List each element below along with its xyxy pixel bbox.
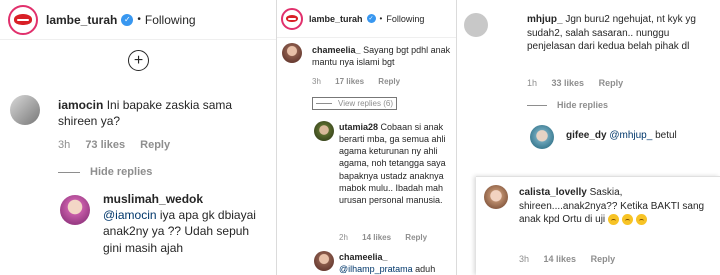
comment-time: 3h — [519, 254, 530, 264]
comment-text: utamia28 Cobaan si anak berarti mba, ga … — [339, 121, 451, 206]
screenshot-panel-2: lambe_turah ✓ • Following chameelia_ Say… — [277, 0, 457, 275]
hide-replies-button[interactable]: Hide replies — [58, 166, 152, 178]
avatar[interactable] — [282, 43, 302, 63]
reply-button[interactable]: Reply — [378, 77, 400, 86]
add-comment-button[interactable]: + — [128, 50, 149, 71]
account-avatar[interactable] — [281, 7, 303, 30]
comment-text: chameelia_ @ilhamp_pratama aduh — [339, 251, 454, 275]
hide-replies-label: Hide replies — [557, 100, 609, 110]
plus-icon: + — [133, 51, 144, 69]
comment-username[interactable]: chameelia_ — [312, 45, 361, 55]
comment-time: 3h — [312, 77, 321, 86]
divider-line — [58, 171, 80, 173]
comment-meta: 3h 14 likes Reply — [519, 254, 627, 264]
account-username[interactable]: lambe_turah — [309, 14, 363, 24]
comment-time: 2h — [339, 233, 348, 242]
comment-text: calista_lovelly Saskia, shireen....anak2… — [519, 186, 715, 227]
reply-button[interactable]: Reply — [140, 139, 170, 151]
separator-dot: • — [379, 14, 383, 23]
lips-logo-icon — [285, 14, 299, 23]
avatar[interactable] — [484, 185, 508, 209]
hide-replies-button[interactable]: Hide replies — [527, 100, 608, 110]
following-button[interactable]: Following — [145, 13, 196, 27]
comment-body: aduh — [412, 264, 436, 275]
comment-text: iamocin Ini bapake zaskia sama shireen y… — [58, 97, 258, 129]
comment-username[interactable]: iamocin — [58, 98, 103, 112]
comment-body: Cobaan si anak berarti mba, ga semua ahl… — [339, 122, 446, 205]
lips-logo-icon — [13, 14, 33, 25]
avatar[interactable] — [530, 125, 554, 149]
comment-likes[interactable]: 33 likes — [552, 78, 585, 88]
comment-username[interactable]: chameelia_ — [339, 252, 388, 262]
screenshot-panel-3: mhjup_ Jgn buru2 ngehujat, nt kyk yg sud… — [457, 0, 720, 275]
comment-meta: 1h 33 likes Reply — [527, 78, 635, 88]
verified-badge-icon: ✓ — [121, 13, 134, 26]
avatar[interactable] — [314, 121, 334, 141]
comment-time: 3h — [58, 139, 71, 151]
comment-text: chameelia_ Sayang bgt pdhl anak mantu ny… — [312, 44, 452, 68]
comment-likes[interactable]: 17 likes — [335, 77, 364, 86]
separator-dot: • — [137, 14, 141, 25]
verified-badge-icon: ✓ — [366, 14, 376, 23]
comment-text: gifee_dy @mhjup_ betul — [566, 129, 716, 143]
comment-username[interactable]: gifee_dy — [566, 130, 607, 141]
comment-meta: 3h 73 likes Reply — [58, 139, 182, 151]
reply-button[interactable]: Reply — [591, 254, 616, 264]
comment-username[interactable]: mhjup_ — [527, 14, 563, 25]
comment-likes[interactable]: 14 likes — [362, 233, 391, 242]
account-username[interactable]: lambe_turah — [46, 13, 117, 27]
comment-username[interactable]: utamia28 — [339, 122, 378, 132]
sad-face-emoji-icon — [607, 213, 619, 225]
avatar[interactable] — [60, 195, 90, 225]
reply-button[interactable]: Reply — [599, 78, 624, 88]
comment-username[interactable]: calista_lovelly — [519, 187, 587, 198]
comment-meta: 2h 14 likes Reply — [339, 233, 439, 242]
mention-link[interactable]: @iamocin — [103, 208, 157, 222]
view-replies-label: View replies (6) — [338, 99, 393, 108]
account-avatar[interactable] — [8, 4, 38, 35]
avatar[interactable] — [464, 13, 488, 37]
post-header: lambe_turah ✓ • Following — [277, 0, 456, 38]
avatar[interactable] — [314, 251, 334, 271]
following-button[interactable]: Following — [386, 14, 424, 24]
divider-line — [527, 104, 547, 106]
sad-face-emoji-icon — [621, 213, 633, 225]
mention-link[interactable]: @ilhamp_pratama — [339, 264, 413, 274]
screenshot-panel-1: lambe_turah ✓ • Following + iamocin Ini … — [0, 0, 277, 275]
view-replies-button[interactable]: View replies (6) — [312, 97, 397, 110]
post-header: lambe_turah ✓ • Following — [0, 0, 276, 40]
comment-body: betul — [652, 130, 677, 141]
comment-likes[interactable]: 73 likes — [85, 139, 125, 151]
divider-line — [316, 103, 332, 104]
avatar[interactable] — [10, 95, 40, 125]
mention-link[interactable]: @mhjup_ — [609, 130, 652, 141]
comment-text: muslimah_wedok @iamocin iya apa gk dbiay… — [103, 191, 268, 256]
hide-replies-label: Hide replies — [90, 166, 153, 178]
comment-meta: 3h 17 likes Reply — [312, 77, 412, 86]
comment-time: 1h — [527, 78, 538, 88]
comment-text: mhjup_ Jgn buru2 ngehujat, nt kyk yg sud… — [527, 13, 715, 54]
comment-card: calista_lovelly Saskia, shireen....anak2… — [476, 176, 720, 275]
reply-button[interactable]: Reply — [405, 233, 427, 242]
sad-face-emoji-icon — [635, 213, 647, 225]
comment-username[interactable]: muslimah_wedok — [103, 192, 203, 206]
comment-likes[interactable]: 14 likes — [544, 254, 577, 264]
